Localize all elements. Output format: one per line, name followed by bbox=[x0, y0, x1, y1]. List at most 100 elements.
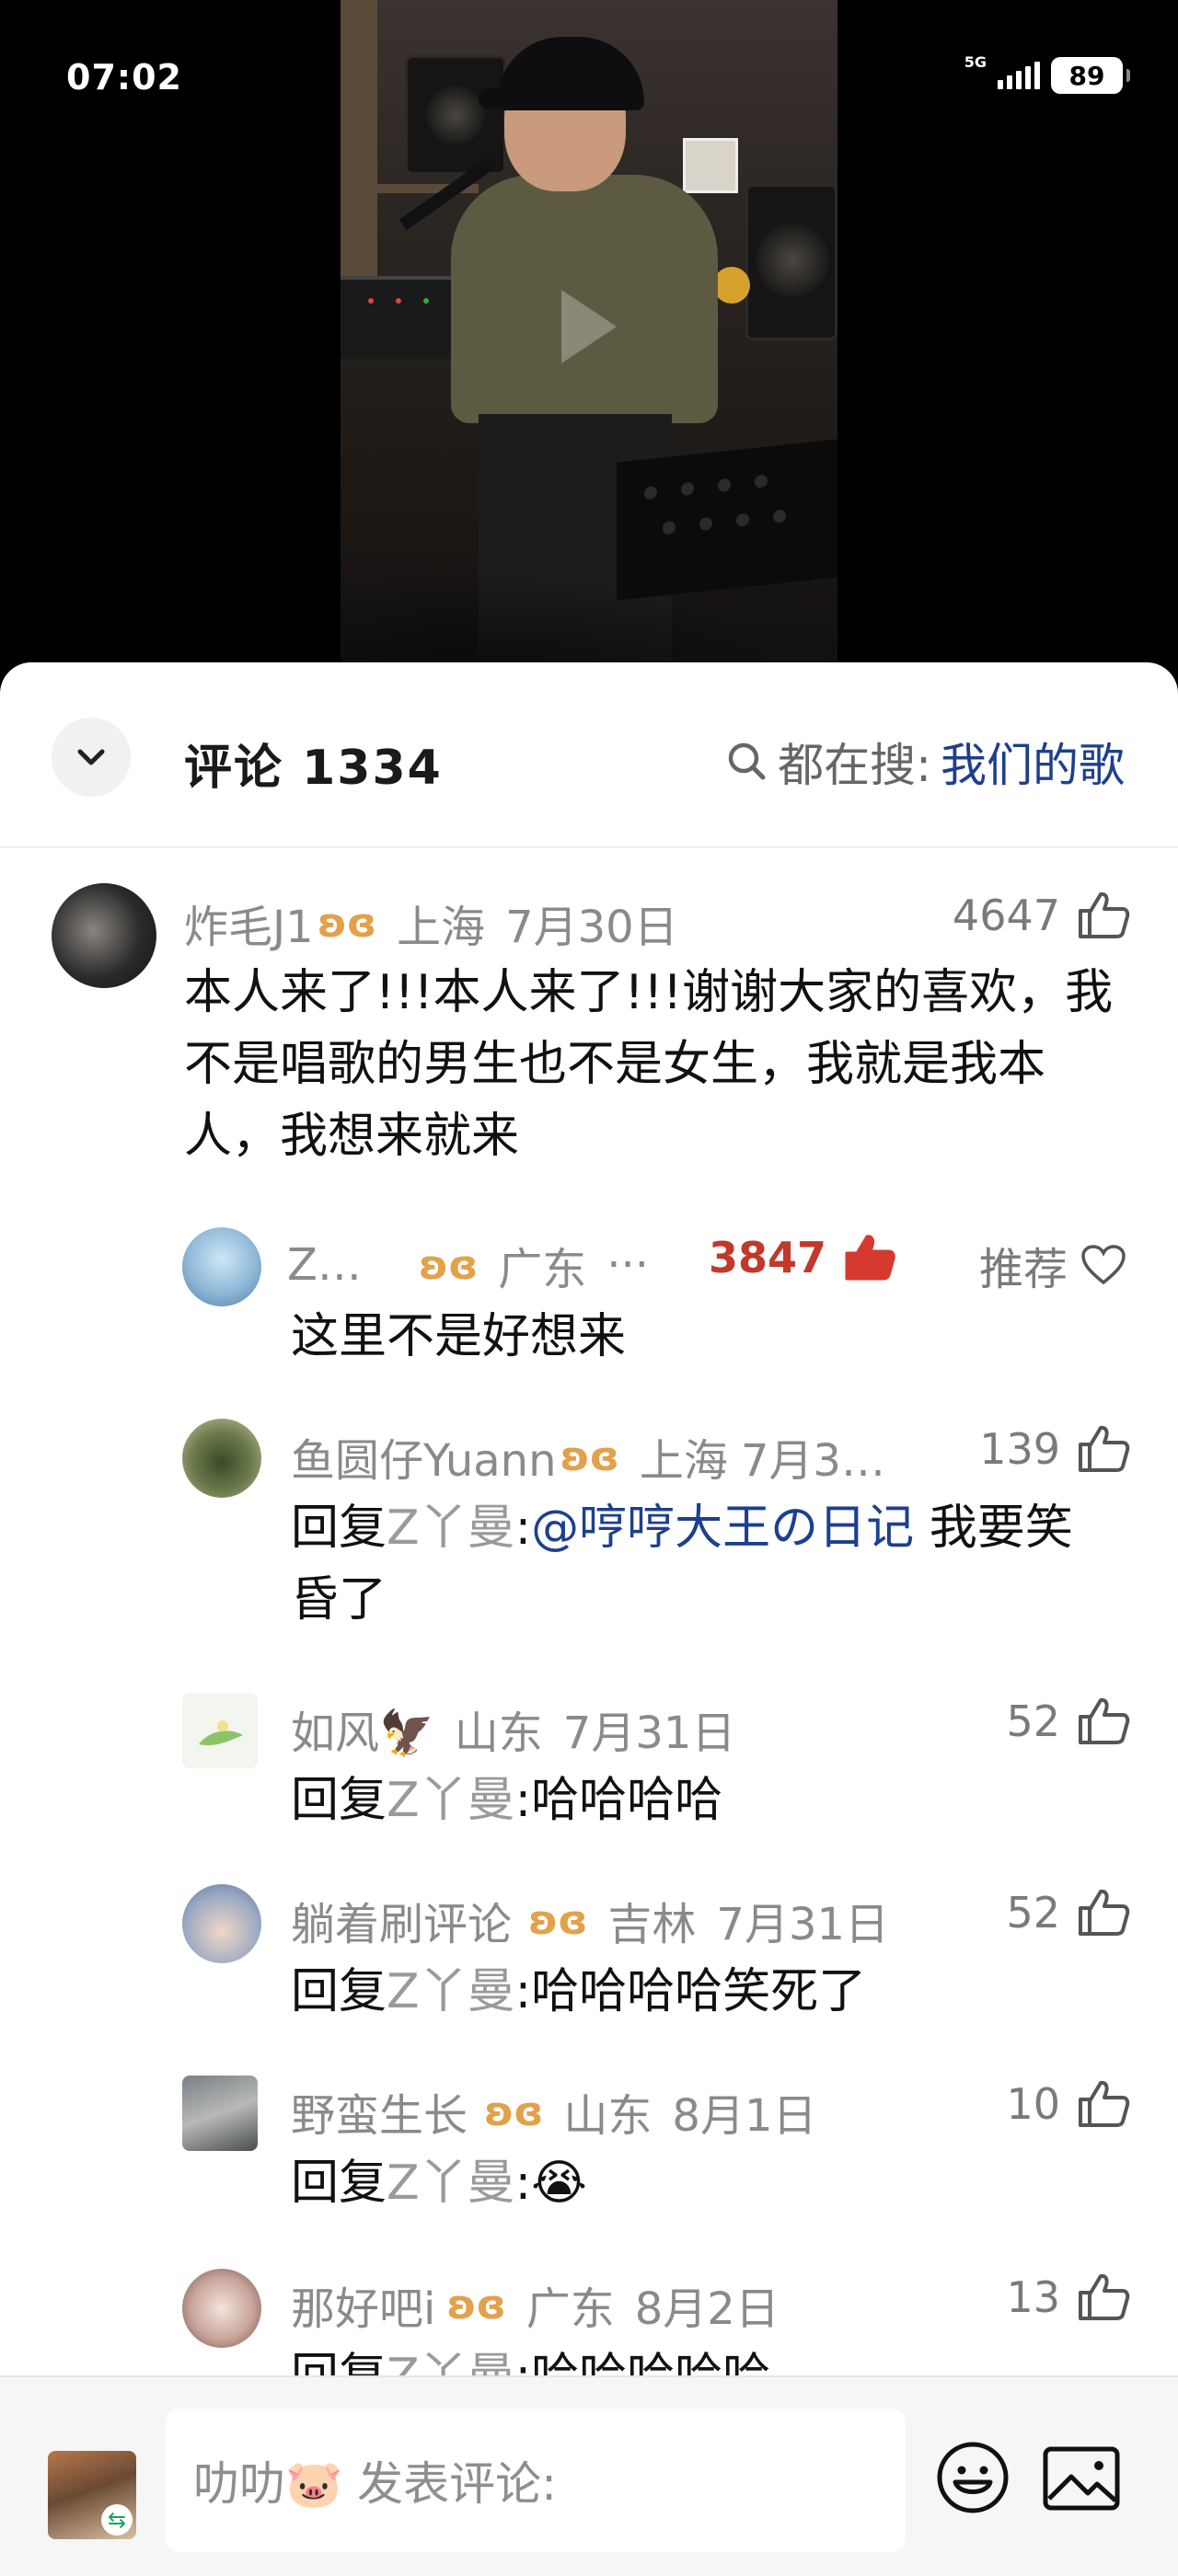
mention-link[interactable]: @哼哼大王の日记 bbox=[531, 1501, 914, 1556]
status-time: 07:02 bbox=[66, 57, 182, 98]
fan-badge-icon: ʚɞ bbox=[418, 1241, 479, 1289]
swap-icon[interactable]: ⇆ bbox=[101, 2504, 133, 2536]
comment-sheet: 评论 1334 都在搜: 我们的歌 炸毛J1 ʚɞ 上海 7月30日 4647 本… bbox=[0, 662, 1178, 2576]
reply-item[interactable]: 鱼圆仔Yuann ʚɞ 上海 7月3… 139 回复Z丫曼:@哼哼大王の日记 我要… bbox=[0, 1415, 1178, 1636]
like-button[interactable]: 13 bbox=[1006, 2272, 1130, 2322]
amplifier bbox=[745, 184, 837, 340]
location: 广东 bbox=[498, 1244, 587, 1295]
username[interactable]: 如风🦅 bbox=[291, 1696, 434, 1761]
username[interactable]: 躺着刷评论 bbox=[291, 1888, 512, 1952]
avatar[interactable] bbox=[182, 1419, 261, 1498]
crying-emoji-icon: 😭 bbox=[531, 2156, 587, 2211]
video-area[interactable]: 07:02 5G 89 bbox=[0, 0, 1178, 699]
network-label: 5G bbox=[964, 53, 987, 71]
heart-icon bbox=[1081, 1245, 1126, 1285]
username[interactable]: 野蛮生长 bbox=[291, 2079, 468, 2144]
username[interactable]: 炸毛J1 bbox=[184, 891, 314, 955]
emoji-icon[interactable] bbox=[933, 2438, 1012, 2517]
trending-search[interactable]: 都在搜: 我们的歌 bbox=[726, 729, 1125, 795]
like-button[interactable]: 10 bbox=[1006, 2079, 1130, 2129]
location: 山东 bbox=[454, 1708, 543, 1759]
photo-frame bbox=[683, 138, 738, 193]
location: 广东 bbox=[525, 2283, 615, 2335]
avatar[interactable] bbox=[182, 1884, 261, 1963]
thumbs-up-icon bbox=[1079, 2273, 1130, 2320]
reply-colon: : bbox=[514, 1964, 532, 2019]
thumbs-up-filled-icon bbox=[845, 1235, 895, 1281]
thumbs-up-icon bbox=[1079, 1889, 1130, 1936]
location: 上海 bbox=[639, 1435, 728, 1487]
battery-level: 89 bbox=[1068, 60, 1105, 91]
reply-item[interactable]: Z… ʚɞ 广东 ··· 3847 推荐 这里不是好想来 bbox=[0, 1224, 1178, 1389]
date: 7月3… bbox=[740, 1435, 885, 1487]
fan-badge-icon: ʚɞ bbox=[317, 899, 377, 947]
username[interactable]: Z… bbox=[287, 1239, 362, 1291]
battery-icon: 89 bbox=[1051, 57, 1130, 94]
reply-content: 哈哈哈哈 bbox=[531, 1773, 723, 1828]
like-count: 139 bbox=[979, 1424, 1060, 1474]
chevron-down-icon bbox=[77, 749, 105, 765]
reply-item[interactable]: 躺着刷评论 ʚɞ 吉林 7月31日 52 回复Z丫曼:哈哈哈哈笑死了 bbox=[0, 1879, 1178, 2044]
comment-input[interactable]: 叻叻🐷 发表评论: bbox=[166, 2409, 906, 2552]
like-count: 10 bbox=[1006, 2079, 1060, 2129]
like-button[interactable]: 4647 bbox=[953, 891, 1130, 940]
signal-icon bbox=[998, 62, 1040, 89]
reply-colon: : bbox=[514, 1501, 532, 1556]
reply-text: 这里不是好想来 bbox=[291, 1309, 627, 1364]
location: 吉林 bbox=[607, 1899, 697, 1950]
avatar[interactable] bbox=[182, 1693, 258, 1768]
play-icon[interactable] bbox=[561, 290, 617, 363]
reply-text: 回复Z丫曼:😭 bbox=[291, 2147, 1119, 2219]
like-count: 3847 bbox=[708, 1233, 826, 1282]
more-icon[interactable]: ··· bbox=[606, 1239, 649, 1291]
reply-to-user[interactable]: Z丫曼 bbox=[387, 1501, 515, 1556]
reply-meta: 躺着刷评论 ʚɞ 吉林 7月31日 bbox=[291, 1888, 889, 1952]
like-count: 13 bbox=[1006, 2272, 1060, 2322]
username[interactable]: 那好吧i bbox=[291, 2272, 435, 2337]
status-indicators: 5G 89 bbox=[964, 53, 1130, 94]
date: 7月31日 bbox=[562, 1708, 736, 1759]
avatar[interactable] bbox=[182, 2269, 261, 2348]
comment-item[interactable]: 炸毛J1 ʚɞ 上海 7月30日 4647 本人来了!!!本人来了!!!谢谢大家的… bbox=[0, 883, 1178, 1164]
avatar[interactable] bbox=[52, 883, 156, 988]
reply-meta: 野蛮生长 ʚɞ 山东 8月1日 bbox=[291, 2079, 817, 2144]
collapse-button[interactable] bbox=[52, 718, 131, 797]
reply-item[interactable]: 那好吧i ʚɞ 广东 8月2日 13 回复Z丫曼:哈哈哈哈哈 bbox=[0, 2263, 1178, 2383]
recommend-button[interactable]: 推荐 bbox=[979, 1233, 1126, 1297]
reply-prefix: 回复 bbox=[291, 1773, 387, 1828]
like-button[interactable]: 3847 bbox=[709, 1233, 896, 1282]
thumbs-up-icon bbox=[1079, 2080, 1130, 2127]
trending-keyword[interactable]: 我们的歌 bbox=[941, 729, 1125, 795]
like-count: 52 bbox=[1006, 1696, 1060, 1746]
reply-text: 回复Z丫曼:哈哈哈哈 bbox=[291, 1765, 1119, 1836]
like-button[interactable]: 52 bbox=[1006, 1696, 1130, 1746]
performer-cap-brim bbox=[479, 88, 580, 109]
reply-item[interactable]: 野蛮生长 ʚɞ 山东 8月1日 10 回复Z丫曼:😭 bbox=[0, 2070, 1178, 2236]
date: 8月1日 bbox=[672, 2090, 817, 2142]
avatar[interactable] bbox=[182, 2076, 258, 2151]
reply-to-user[interactable]: Z丫曼 bbox=[387, 2156, 515, 2211]
reply-to-user[interactable]: Z丫曼 bbox=[387, 1964, 515, 2019]
speaker bbox=[405, 55, 506, 175]
fan-badge-icon: ʚɞ bbox=[446, 2281, 506, 2329]
image-icon[interactable] bbox=[1040, 2442, 1123, 2515]
recommend-label: 推荐 bbox=[978, 1244, 1068, 1295]
reply-text: 回复Z丫曼:哈哈哈哈笑死了 bbox=[291, 1956, 1119, 2028]
location: 上海 bbox=[397, 902, 486, 953]
comment-count-title: 评论 1334 bbox=[184, 741, 443, 796]
like-button[interactable]: 139 bbox=[979, 1424, 1130, 1474]
avatar[interactable] bbox=[182, 1227, 261, 1306]
trending-label: 都在搜: bbox=[778, 739, 931, 792]
reply-item[interactable]: 如风🦅 山东 7月31日 52 回复Z丫曼:哈哈哈哈 bbox=[0, 1687, 1178, 1853]
like-button[interactable]: 52 bbox=[1006, 1888, 1130, 1938]
date: 7月30日 bbox=[505, 902, 678, 953]
like-count: 4647 bbox=[952, 891, 1060, 940]
fan-badge-icon: ʚɞ bbox=[560, 1432, 619, 1480]
shelf bbox=[341, 0, 377, 276]
my-avatar[interactable]: ⇆ bbox=[48, 2451, 136, 2539]
username[interactable]: 鱼圆仔Yuann bbox=[291, 1424, 557, 1489]
video-player[interactable] bbox=[341, 0, 837, 662]
comment-input-bar: ⇆ 叻叻🐷 发表评论: bbox=[0, 2375, 1178, 2576]
reply-to-user[interactable]: Z丫曼 bbox=[387, 1773, 515, 1828]
reply-prefix: 回复 bbox=[291, 2156, 387, 2211]
